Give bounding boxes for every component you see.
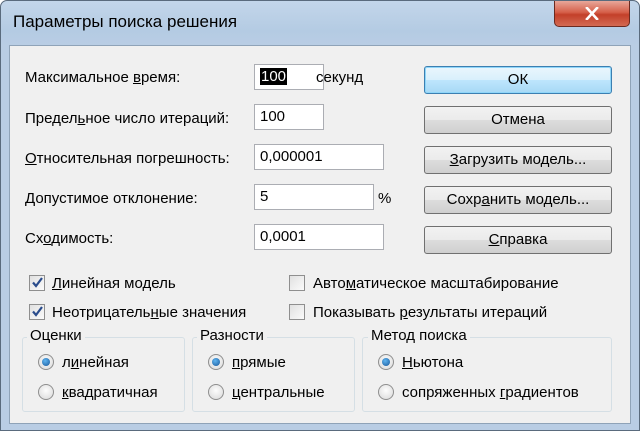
window-title: Параметры поиска решения <box>13 12 238 31</box>
derivatives-forward-label[interactable]: прямые <box>232 354 286 371</box>
iterations-label: Предельное число итераций: <box>25 110 230 127</box>
precision-label: Относительная погрешность: <box>25 150 230 167</box>
auto-scale-checkbox[interactable] <box>289 275 305 291</box>
checkmark-icon <box>32 277 43 288</box>
derivatives-central-radio[interactable] <box>208 384 224 400</box>
estimates-quadratic-label[interactable]: квадратичная <box>62 384 158 401</box>
max-time-input[interactable]: 100 <box>254 64 324 90</box>
title-bar[interactable]: Параметры поиска решения <box>1 1 639 45</box>
save-model-button[interactable]: Сохранить модель... <box>424 186 612 214</box>
linear-model-checkbox[interactable] <box>29 275 45 291</box>
derivatives-central-label[interactable]: центральные <box>232 384 325 401</box>
help-button[interactable]: Справка <box>424 226 612 254</box>
iterations-input[interactable]: 100 <box>254 104 324 130</box>
ok-button[interactable]: ОК <box>424 66 612 94</box>
dialog-body: Максимальное время: 100 секунд Предельно… <box>9 45 631 424</box>
non-negative-label[interactable]: Неотрицательные значения <box>52 304 246 321</box>
tolerance-label: Допустимое отклонение: <box>25 190 198 207</box>
estimates-linear-radio[interactable] <box>38 354 54 370</box>
estimates-group-title: Оценки <box>27 327 85 344</box>
estimates-quadratic-radio[interactable] <box>38 384 54 400</box>
max-time-unit: секунд <box>316 69 364 86</box>
auto-scale-label[interactable]: Автоматическое масштабирование <box>313 275 559 292</box>
max-time-label: Максимальное время: <box>25 69 181 86</box>
show-iterations-checkbox[interactable] <box>289 304 305 320</box>
convergence-label: Сходимость: <box>25 230 114 247</box>
close-icon <box>585 7 599 20</box>
linear-model-label[interactable]: Линейная модель <box>52 275 176 292</box>
estimates-linear-label[interactable]: линейная <box>62 354 129 371</box>
derivatives-forward-radio[interactable] <box>208 354 224 370</box>
show-iterations-label[interactable]: Показывать результаты итераций <box>313 304 547 321</box>
load-model-button[interactable]: Загрузить модель... <box>424 146 612 174</box>
search-newton-radio[interactable] <box>378 354 394 370</box>
search-newton-label[interactable]: Ньютона <box>402 354 463 371</box>
close-button[interactable] <box>554 1 630 27</box>
search-conjugate-label[interactable]: сопряженных градиентов <box>402 384 579 401</box>
tolerance-input[interactable]: 5 <box>254 184 374 210</box>
search-conjugate-radio[interactable] <box>378 384 394 400</box>
convergence-input[interactable]: 0,0001 <box>254 224 384 250</box>
cancel-button[interactable]: Отмена <box>424 106 612 134</box>
tolerance-unit: % <box>378 190 392 207</box>
non-negative-checkbox[interactable] <box>29 304 45 320</box>
solver-options-dialog: Параметры поиска решения Максимальное вр… <box>0 0 640 431</box>
derivatives-group-title: Разности <box>197 327 267 344</box>
search-method-group-title: Метод поиска <box>368 327 470 344</box>
checkmark-icon <box>32 306 43 317</box>
precision-input[interactable]: 0,000001 <box>254 144 384 170</box>
